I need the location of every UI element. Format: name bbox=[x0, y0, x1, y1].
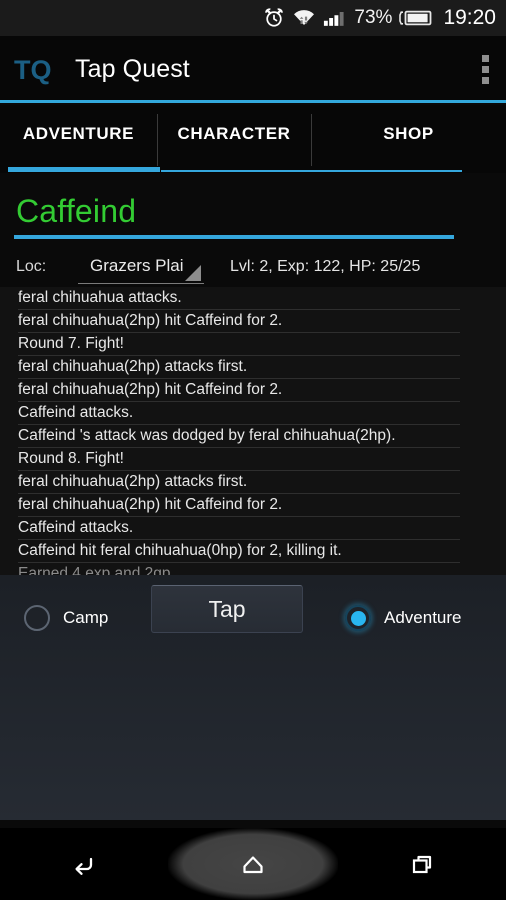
log-entry-text: feral chihuahua(2hp) hit Caffeind for 2. bbox=[18, 496, 283, 513]
tap-button[interactable]: Tap bbox=[151, 585, 303, 633]
log-entry: feral chihuahua(2hp) hit Caffeind for 2. bbox=[18, 494, 460, 517]
system-nav-bar bbox=[0, 828, 506, 900]
log-entry: Caffeind attacks. bbox=[18, 517, 460, 540]
character-stats: Lvl: 2, Exp: 122, HP: 25/25 bbox=[230, 258, 421, 275]
log-entry-text: Caffeind attacks. bbox=[18, 404, 134, 421]
character-name-underline bbox=[14, 235, 454, 239]
wifi-icon bbox=[294, 10, 315, 26]
log-entry: Caffeind hit feral chihuahua(0hp) for 2,… bbox=[18, 540, 460, 563]
radio-adventure-label: Adventure bbox=[384, 608, 462, 627]
log-entry: feral chihuahua(2hp) attacks first. bbox=[18, 356, 460, 379]
log-entry-text: Round 7. Fight! bbox=[18, 335, 124, 352]
home-icon bbox=[243, 856, 263, 874]
log-entry: feral chihuahua(2hp) hit Caffeind for 2. bbox=[18, 379, 460, 402]
tab-shop[interactable]: SHOP bbox=[311, 105, 506, 162]
log-entry-text: feral chihuahua(2hp) attacks first. bbox=[18, 473, 248, 490]
log-entry-text: Caffeind attacks. bbox=[18, 519, 134, 536]
overflow-dot bbox=[482, 54, 489, 62]
location-spinner-value: Grazers Plai bbox=[90, 256, 184, 275]
log-entry-text: feral chihuahua(2hp) attacks first. bbox=[18, 358, 248, 375]
action-bar-underline bbox=[0, 100, 506, 103]
svg-text:TQ: TQ bbox=[14, 55, 52, 85]
tq-logo-icon: TQ bbox=[14, 55, 52, 85]
app-screen: 73% 19:20 TQ Tap Quest ADVENTURE CHARACT… bbox=[0, 0, 506, 900]
radio-adventure-indicator bbox=[345, 605, 371, 631]
log-entry: feral chihuahua(2hp) hit Caffeind for 2. bbox=[18, 310, 460, 333]
alarm-icon bbox=[265, 8, 284, 27]
tab-character-label: CHARACTER bbox=[177, 123, 291, 143]
recents-icon bbox=[412, 855, 431, 874]
overflow-dot bbox=[482, 76, 489, 84]
tab-indicator-gap bbox=[160, 167, 161, 172]
log-entry-text: Caffeind 's attack was dodged by feral c… bbox=[18, 427, 396, 444]
controls-panel: Camp Tap Adventure bbox=[0, 575, 506, 820]
radio-adventure[interactable]: Adventure bbox=[345, 605, 462, 631]
location-row: Loc: Grazers Plai Lvl: 2, Exp: 122, HP: … bbox=[0, 250, 506, 286]
radio-camp[interactable]: Camp bbox=[24, 605, 108, 631]
tab-character[interactable]: CHARACTER bbox=[157, 105, 311, 162]
status-bar: 73% 19:20 bbox=[0, 0, 506, 36]
tab-separator bbox=[157, 114, 158, 166]
tap-button-label: Tap bbox=[208, 595, 246, 622]
radio-camp-indicator bbox=[24, 605, 50, 631]
tab-separator bbox=[311, 114, 312, 166]
tab-shop-label: SHOP bbox=[383, 123, 434, 143]
log-entry-text: feral chihuahua attacks. bbox=[18, 289, 182, 306]
nav-recents-button[interactable] bbox=[337, 828, 506, 900]
tab-indicator-active bbox=[8, 167, 160, 172]
log-entry: Round 7. Fight! bbox=[18, 333, 460, 356]
log-entry: Round 8. Fight! bbox=[18, 448, 460, 471]
radio-camp-label: Camp bbox=[63, 608, 109, 627]
log-entry-text: feral chihuahua(2hp) hit Caffeind for 2. bbox=[18, 381, 283, 398]
back-icon bbox=[75, 857, 93, 875]
app-title: Tap Quest bbox=[75, 54, 190, 83]
location-spinner[interactable]: Grazers Plai bbox=[78, 250, 204, 284]
nav-back-button[interactable] bbox=[0, 828, 169, 900]
log-entry: feral chihuahua(2hp) attacks first. bbox=[18, 471, 460, 494]
overflow-menu-icon[interactable] bbox=[482, 54, 489, 84]
location-label: Loc: bbox=[16, 258, 47, 275]
tab-adventure-label: ADVENTURE bbox=[22, 123, 135, 143]
log-entry: Caffeind attacks. bbox=[18, 402, 460, 425]
battery-percent: 73% bbox=[354, 7, 393, 28]
log-entry: feral chihuahua attacks. bbox=[18, 287, 460, 310]
log-entry-text: Round 8. Fight! bbox=[18, 450, 124, 467]
nav-home-button[interactable] bbox=[169, 828, 338, 900]
character-name: Caffeind bbox=[16, 193, 137, 229]
tab-adventure[interactable]: ADVENTURE bbox=[0, 105, 157, 162]
overflow-dot bbox=[482, 65, 489, 73]
battle-log[interactable]: feral chihuahua attacks. feral chihuahua(… bbox=[0, 287, 506, 586]
tab-bar: ADVENTURE CHARACTER SHOP bbox=[0, 105, 506, 173]
log-entry-text: Caffeind hit feral chihuahua(0hp) for 2,… bbox=[18, 542, 342, 559]
signal-icon bbox=[324, 12, 344, 26]
log-entry: Caffeind 's attack was dodged by feral c… bbox=[18, 425, 460, 448]
clock-time: 19:20 bbox=[443, 6, 496, 29]
action-bar: TQ Tap Quest bbox=[0, 36, 506, 102]
log-entry-text: feral chihuahua(2hp) hit Caffeind for 2. bbox=[18, 312, 283, 329]
spinner-arrow-icon bbox=[185, 265, 201, 281]
battery-icon bbox=[399, 10, 432, 26]
